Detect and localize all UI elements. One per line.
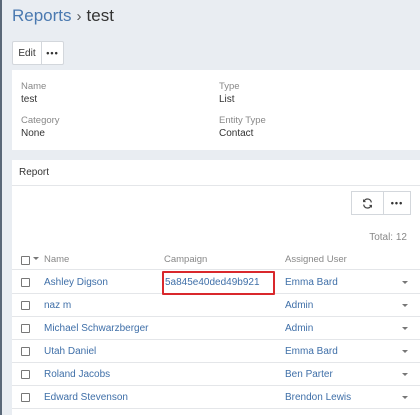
- edit-button[interactable]: Edit: [12, 41, 42, 65]
- row-actions-caret-icon[interactable]: [402, 281, 408, 284]
- row-assigned-user-link[interactable]: Emma Bard: [285, 346, 338, 357]
- row-assigned-user-link[interactable]: Admin: [285, 323, 313, 334]
- more-actions-button[interactable]: •••: [41, 41, 64, 65]
- breadcrumb-separator: ›: [76, 8, 82, 25]
- category-label: Category: [21, 115, 60, 126]
- row-name-link[interactable]: Edward Stevenson: [44, 392, 128, 403]
- row-checkbox[interactable]: [21, 370, 30, 379]
- campaign-highlight-box: [162, 271, 275, 295]
- name-label: Name: [21, 81, 47, 92]
- select-all-caret-icon[interactable]: [33, 257, 39, 260]
- report-panel: Report ••• Total: 12 Name Campaign Assig…: [12, 160, 420, 415]
- record-actions: Edit •••: [12, 41, 64, 65]
- row-checkbox[interactable]: [21, 301, 30, 310]
- row-checkbox[interactable]: [21, 347, 30, 356]
- type-label: Type: [219, 81, 240, 92]
- left-sidebar-edge: [0, 0, 2, 415]
- report-panel-title: Report: [19, 167, 50, 178]
- entity-type-value: Contact: [219, 128, 254, 139]
- report-controls: •••: [351, 191, 411, 215]
- table-row: Michael Schwarzberger Admin: [12, 317, 420, 340]
- refresh-icon: [363, 197, 372, 209]
- entity-type-field: Entity Type Contact: [219, 115, 266, 139]
- row-actions-caret-icon[interactable]: [402, 396, 408, 399]
- category-value: None: [21, 128, 45, 139]
- select-all-checkbox[interactable]: [21, 256, 30, 265]
- column-header-assigned-user[interactable]: Assigned User: [285, 254, 347, 265]
- row-checkbox[interactable]: [21, 324, 30, 333]
- column-header-name[interactable]: Name: [44, 254, 69, 265]
- breadcrumb: Reports › test: [12, 6, 114, 26]
- type-value: List: [219, 94, 235, 105]
- row-name-link[interactable]: Utah Daniel: [44, 346, 96, 357]
- row-actions-caret-icon[interactable]: [402, 304, 408, 307]
- table-row: Utah Daniel Emma Bard: [12, 340, 420, 363]
- refresh-button[interactable]: [351, 191, 384, 215]
- row-checkbox[interactable]: [21, 393, 30, 402]
- row-assigned-user-link[interactable]: Emma Bard: [285, 277, 338, 288]
- category-field: Category None: [21, 115, 60, 139]
- table-row: naz m Admin: [12, 294, 420, 317]
- panel-divider: [12, 185, 420, 186]
- type-field: Type List: [219, 81, 240, 105]
- name-value: test: [21, 94, 38, 105]
- table-row: Roland Jacobs Ben Parter: [12, 363, 420, 386]
- row-name-link[interactable]: naz m: [44, 300, 71, 311]
- total-count: Total: 12: [369, 232, 407, 243]
- row-actions-caret-icon[interactable]: [402, 373, 408, 376]
- row-name-link[interactable]: Michael Schwarzberger: [44, 323, 149, 334]
- row-checkbox[interactable]: [21, 278, 30, 287]
- row-actions-caret-icon[interactable]: [402, 350, 408, 353]
- row-name-link[interactable]: Roland Jacobs: [44, 369, 110, 380]
- table-row: Edward Stevenson Brendon Lewis: [12, 386, 420, 409]
- name-field: Name test: [21, 81, 46, 105]
- row-name-link[interactable]: Ashley Digson: [44, 277, 108, 288]
- table-header: Name Campaign Assigned User: [12, 248, 420, 270]
- breadcrumb-reports-link[interactable]: Reports: [12, 6, 72, 25]
- detail-panel: Name test Type List Category None Entity…: [12, 70, 420, 150]
- page-title: test: [86, 6, 114, 25]
- row-actions-caret-icon[interactable]: [402, 327, 408, 330]
- entity-type-label: Entity Type: [219, 115, 266, 126]
- report-more-button[interactable]: •••: [383, 191, 411, 215]
- row-assigned-user-link[interactable]: Brendon Lewis: [285, 392, 351, 403]
- column-header-campaign[interactable]: Campaign: [164, 254, 207, 265]
- row-assigned-user-link[interactable]: Admin: [285, 300, 313, 311]
- row-assigned-user-link[interactable]: Ben Parter: [285, 369, 333, 380]
